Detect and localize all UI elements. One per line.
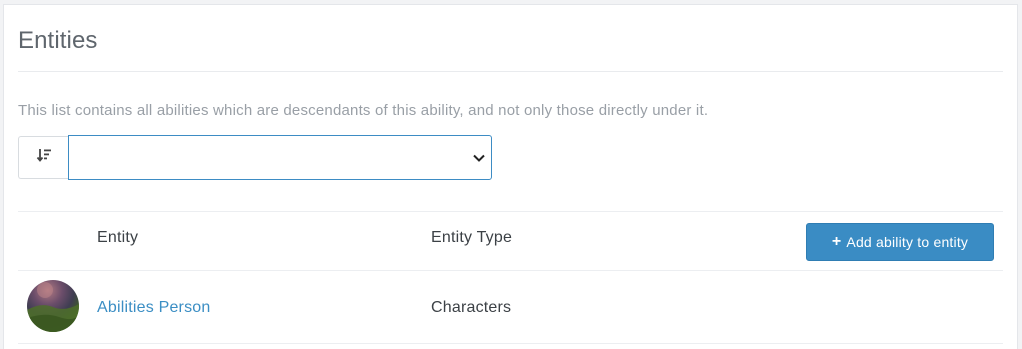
- entity-link[interactable]: Abilities Person: [97, 299, 210, 317]
- title-divider: [18, 71, 1003, 72]
- column-header-entity-type: Entity Type: [431, 229, 513, 246]
- plus-icon: +: [831, 233, 842, 250]
- add-ability-to-entity-button[interactable]: + Add ability to entity: [806, 223, 994, 261]
- entities-panel: Entities This list contains all abilitie…: [3, 4, 1018, 349]
- chevron-down-icon: [472, 151, 486, 165]
- entity-type-cell: Characters: [431, 299, 512, 316]
- column-header-entity: Entity: [97, 229, 139, 246]
- table-top-rule: [18, 211, 1003, 212]
- sort-order-button[interactable]: [18, 136, 69, 179]
- entity-avatar[interactable]: [27, 280, 79, 332]
- sort-amount-down-icon: [36, 147, 52, 168]
- panel-title: Entities: [18, 27, 98, 54]
- row-bottom-rule: [18, 343, 1003, 344]
- helper-text: This list contains all abilities which a…: [18, 102, 709, 119]
- order-by-select[interactable]: [68, 135, 492, 180]
- add-ability-label: Add ability to entity: [846, 234, 969, 250]
- header-row-rule: [18, 270, 1003, 271]
